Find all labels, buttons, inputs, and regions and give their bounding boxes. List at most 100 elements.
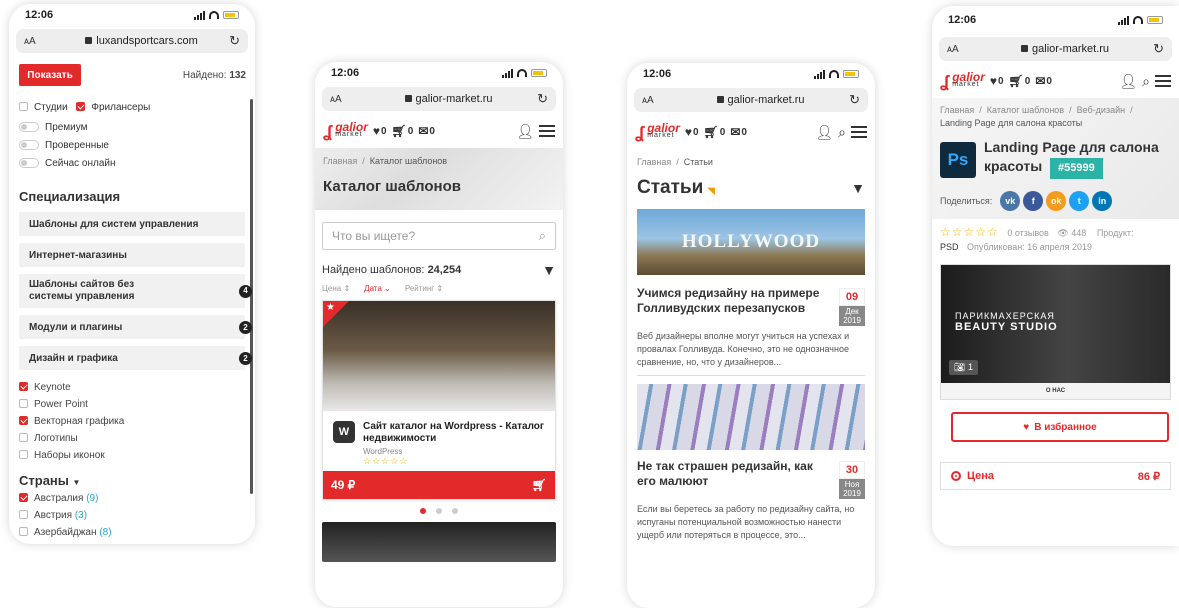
lock-icon	[404, 95, 412, 102]
count-badge: 4	[239, 284, 252, 298]
checkbox-logos[interactable]: Логотипы	[19, 430, 245, 447]
search-icon[interactable]: ⌕	[539, 228, 546, 244]
rss-icon[interactable]: ◥	[707, 186, 715, 197]
countries-toggle[interactable]: Страны ▼	[9, 464, 255, 490]
next-product-preview[interactable]	[322, 522, 556, 562]
spec-item-cms[interactable]: Шаблоны для систем управления	[19, 212, 245, 236]
search-icon[interactable]: ⌕	[1142, 73, 1150, 90]
add-to-favorites-button[interactable]: ♥ В избранное	[951, 412, 1169, 442]
facebook-icon[interactable]: f	[1023, 191, 1044, 211]
product-card[interactable]: ★ W Сайт каталог на Wordpress - Каталог …	[322, 300, 556, 500]
article-title[interactable]: Не так страшен редизайн, как его малюют	[637, 459, 833, 499]
cart-add-icon[interactable]: 🛒︎	[532, 478, 547, 492]
mail-icon: ✉	[1035, 74, 1046, 88]
cart-button[interactable]: 🛒︎ 0	[1009, 74, 1031, 88]
text-size-button[interactable]: ᴀA	[24, 36, 54, 47]
spec-item-design[interactable]: Дизайн и графика 2	[19, 346, 252, 370]
checkbox-vector[interactable]: Векторная графика	[19, 413, 245, 430]
spec-item-modules[interactable]: Модули и плагины 2	[19, 315, 252, 339]
user-icon[interactable]: 👤︎	[815, 124, 833, 141]
product-preview[interactable]: ПАРИКМАХЕРСКАЯ BEAUTY STUDIO О НАС 📷︎ 1	[940, 264, 1171, 400]
checkbox-australia[interactable]: Австралия (9)	[19, 490, 245, 507]
article-image-hollywood[interactable]: HOLLYWOOD	[637, 209, 865, 275]
checkbox-azerbaijan[interactable]: Азербайджан (8)	[19, 524, 245, 541]
carousel-dots[interactable]	[315, 508, 563, 514]
user-icon[interactable]: 👤︎	[516, 123, 534, 140]
sort-date[interactable]: Дата ⌄	[364, 284, 391, 293]
spec-title: Специализация	[19, 189, 121, 204]
galior-logo[interactable]: ʆ galior market	[940, 71, 985, 90]
wifi-icon	[517, 69, 527, 77]
menu-icon[interactable]	[539, 125, 555, 137]
heart-icon: ♥	[684, 125, 692, 139]
vk-icon[interactable]: vk	[1000, 191, 1021, 211]
screenshots-badge[interactable]: 📷︎ 1	[949, 360, 978, 375]
page-title: Статьи	[637, 177, 704, 198]
status-bar: 12:06	[627, 63, 875, 85]
article-card[interactable]: Не так страшен редизайн, как его малюют …	[637, 384, 865, 542]
wishlist-button[interactable]: ♥ 0	[685, 125, 699, 139]
heart-icon: ♥	[1023, 421, 1030, 433]
checkbox-studios[interactable]: Студии	[19, 102, 68, 113]
radio-selected[interactable]	[951, 471, 961, 481]
address-bar[interactable]: ᴀA luxandsportcars.com ↻	[16, 29, 248, 53]
filter-icon[interactable]: ▼	[542, 262, 556, 278]
buy-bar[interactable]: 49 ₽ 🛒︎	[323, 471, 555, 499]
reload-icon[interactable]: ↻	[1153, 41, 1164, 57]
product-title[interactable]: Сайт каталог на Wordpress - Каталог недв…	[363, 421, 545, 445]
lock-icon	[716, 96, 724, 103]
address-bar[interactable]: ᴀA galior-market.ru ↻	[634, 88, 868, 112]
reload-icon[interactable]: ↻	[229, 33, 240, 49]
toggle-verified[interactable]: Проверенные	[19, 137, 245, 155]
reload-icon[interactable]: ↻	[537, 91, 548, 107]
article-card[interactable]: HOLLYWOOD Учимся редизайну на примере Го…	[637, 209, 865, 369]
checkbox-keynote[interactable]: Keynote	[19, 379, 245, 396]
price-label: Цена	[967, 470, 995, 482]
wishlist-button[interactable]: ♥ 0	[373, 124, 387, 138]
menu-icon[interactable]	[851, 126, 867, 138]
url-text: galior-market.ru	[727, 94, 805, 106]
mail-button[interactable]: ✉ 0	[730, 125, 747, 139]
price-row[interactable]: Цена 86 ₽	[940, 462, 1171, 490]
search-field[interactable]: Что вы ищете? ⌕	[322, 222, 556, 250]
search-icon[interactable]: ⌕	[838, 124, 846, 141]
text-size-button[interactable]: ᴀA	[642, 95, 672, 106]
reload-icon[interactable]: ↻	[849, 92, 860, 108]
address-bar[interactable]: ᴀA galior-market.ru ↻	[939, 37, 1172, 61]
scrollbar[interactable]	[250, 99, 253, 494]
cart-button[interactable]: 🛒︎ 0	[704, 125, 726, 139]
article-image-sketch[interactable]	[637, 384, 865, 450]
user-icon[interactable]: 👤︎	[1119, 73, 1137, 90]
spec-item-no-cms[interactable]: Шаблоны сайтов без системы управления 4	[19, 274, 252, 308]
status-icons	[194, 10, 239, 20]
show-button[interactable]: Показать	[19, 64, 81, 86]
checkbox-iconsets[interactable]: Наборы иконок	[19, 447, 245, 464]
galior-logo[interactable]: ʆ galior market	[323, 121, 368, 140]
checkbox-austria[interactable]: Австрия (3)	[19, 507, 245, 524]
breadcrumb: Главная / Статьи	[637, 157, 713, 167]
battery-icon	[1147, 16, 1163, 24]
toggle-online[interactable]: Сейчас онлайн	[19, 155, 245, 173]
filter-icon[interactable]: ▼	[851, 180, 865, 196]
text-size-button[interactable]: ᴀA	[947, 44, 977, 55]
menu-icon[interactable]	[1155, 75, 1171, 87]
spec-item-shops[interactable]: Интернет-магазины	[19, 243, 245, 267]
phone-filters: 12:06 ᴀA luxandsportcars.com ↻ Показать …	[9, 4, 255, 544]
reviews-count[interactable]: 0 отзывов	[1007, 228, 1049, 238]
address-bar[interactable]: ᴀA galior-market.ru ↻	[322, 87, 556, 111]
wishlist-button[interactable]: ♥ 0	[990, 74, 1004, 88]
article-title[interactable]: Учимся редизайну на примере Голливудских…	[637, 286, 833, 326]
toggle-premium[interactable]: Премиум	[19, 119, 245, 137]
text-size-button[interactable]: ᴀA	[330, 94, 360, 105]
twitter-icon[interactable]: t	[1069, 191, 1090, 211]
sort-rating[interactable]: Рейтинг ⇕	[405, 284, 443, 293]
galior-logo[interactable]: ʆ galior market	[635, 122, 680, 141]
sort-price[interactable]: Цена ⇕	[322, 284, 350, 293]
linkedin-icon[interactable]: in	[1092, 191, 1113, 211]
mail-button[interactable]: ✉ 0	[1035, 74, 1052, 88]
odnoklassniki-icon[interactable]: ok	[1046, 191, 1067, 211]
checkbox-powerpoint[interactable]: Power Point	[19, 396, 245, 413]
cart-button[interactable]: 🛒︎ 0	[392, 124, 414, 138]
checkbox-freelancers[interactable]: Фрилансеры	[76, 102, 150, 113]
mail-button[interactable]: ✉ 0	[418, 124, 435, 138]
